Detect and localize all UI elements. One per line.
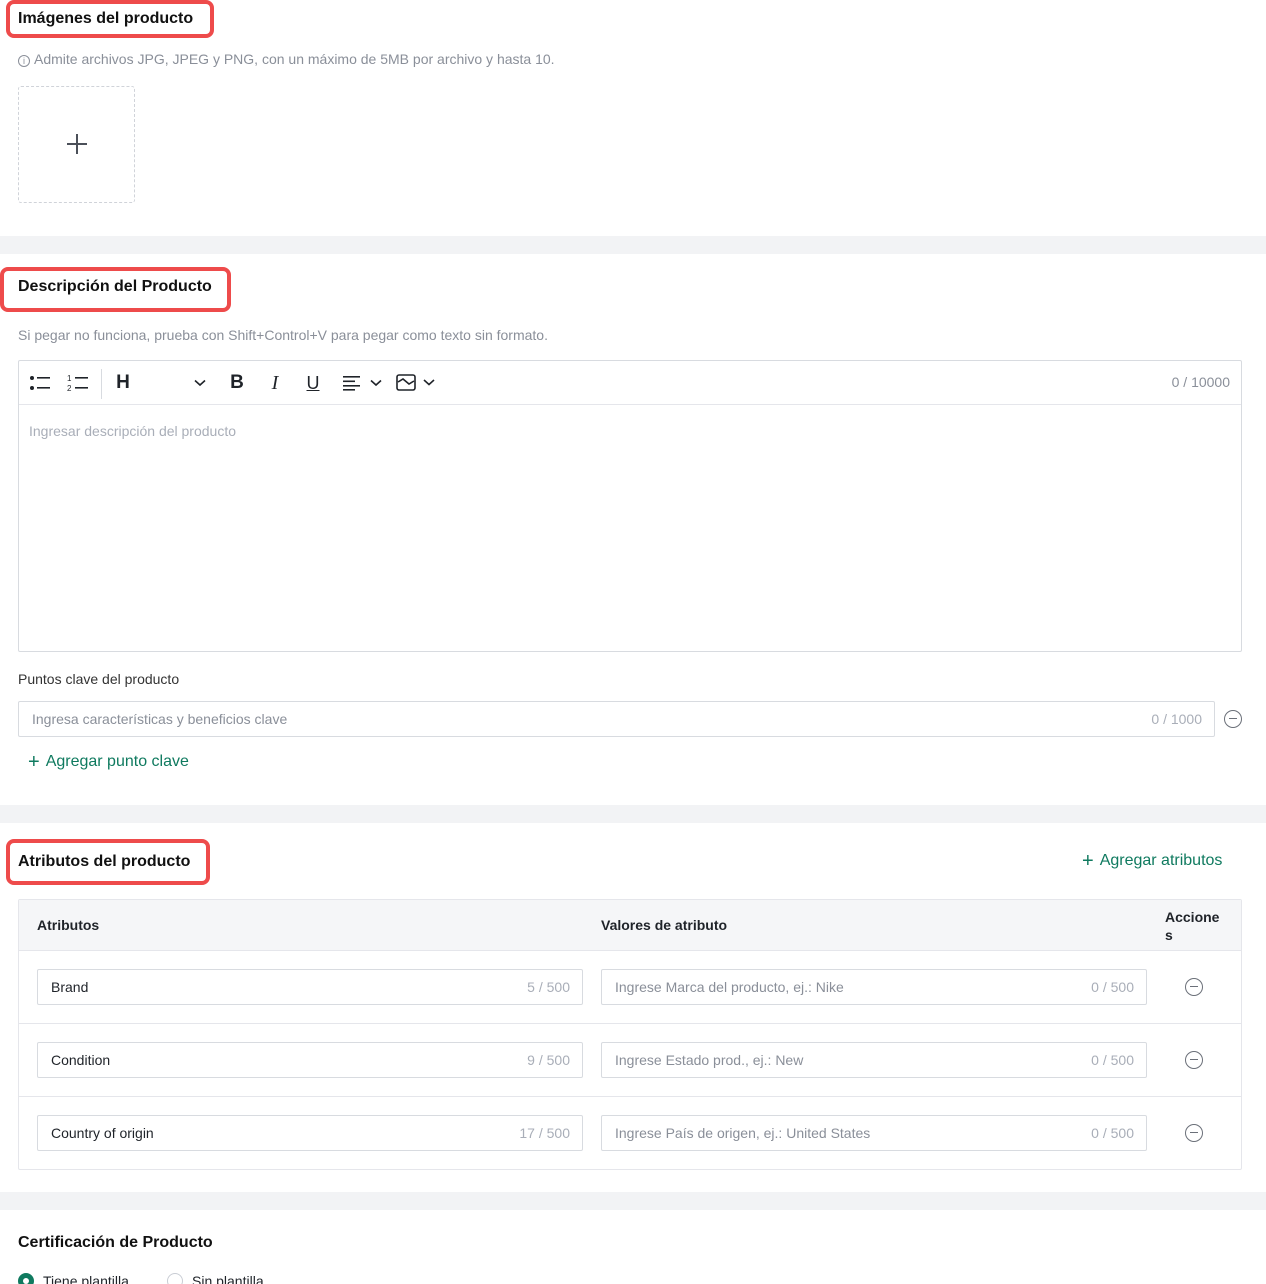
- key-point-placeholder: Ingresa características y beneficios cla…: [32, 711, 288, 727]
- attribute-value-input[interactable]: Ingrese País de origen, ej.: United Stat…: [601, 1115, 1147, 1151]
- radio-has-template-label[interactable]: Tiene plantilla: [43, 1273, 129, 1284]
- images-section-title: Imágenes del producto: [18, 10, 194, 27]
- bullet-list-icon[interactable]: [27, 371, 53, 395]
- images-hint: i Admite archivos JPG, JPEG y PNG, con un…: [18, 51, 555, 67]
- svg-text:2: 2: [67, 384, 72, 392]
- remove-attribute-icon[interactable]: [1185, 1051, 1203, 1069]
- key-point-input[interactable]: Ingresa características y beneficios cla…: [18, 701, 1215, 737]
- table-row: Brand 5 / 500 Ingrese Marca del producto…: [19, 951, 1241, 1024]
- attribute-value-counter: 0 / 500: [1091, 1052, 1134, 1068]
- attributes-table: Atributos Valores de atributo Accione s …: [18, 899, 1242, 1170]
- svg-text:1: 1: [67, 374, 72, 383]
- heading-icon[interactable]: H: [113, 371, 133, 395]
- table-row: Country of origin 17 / 500 Ingrese País …: [19, 1097, 1241, 1170]
- attribute-name-input[interactable]: Country of origin 17 / 500: [37, 1115, 583, 1151]
- certification-section: Certificación de Producto Tiene plantill…: [0, 1210, 1266, 1284]
- attribute-name-value: Brand: [51, 979, 89, 995]
- bold-icon[interactable]: B: [227, 371, 247, 395]
- header-actions: Accione s: [1165, 908, 1219, 944]
- header-actions-line1: Accione: [1165, 909, 1220, 925]
- header-actions-line2: s: [1165, 927, 1173, 943]
- description-placeholder[interactable]: Ingresar descripción del producto: [29, 423, 236, 439]
- image-upload-button[interactable]: [18, 86, 135, 203]
- attribute-value-placeholder: Ingrese País de origen, ej.: United Stat…: [615, 1125, 871, 1141]
- add-attributes-label: Agregar atributos: [1099, 852, 1223, 869]
- section-divider: [0, 805, 1266, 823]
- attribute-value-placeholder: Ingrese Marca del producto, ej.: Nike: [615, 979, 844, 995]
- description-section-title: Descripción del Producto: [18, 278, 212, 295]
- certification-section-title: Certificación de Producto: [18, 1234, 213, 1251]
- attributes-section-title: Atributos del producto: [18, 853, 191, 870]
- attribute-name-counter: 17 / 500: [519, 1125, 570, 1141]
- chevron-down-icon[interactable]: [191, 371, 209, 395]
- radio-has-template[interactable]: [18, 1273, 34, 1284]
- images-hint-text: Admite archivos JPG, JPEG y PNG, con un …: [34, 51, 555, 67]
- attribute-value-counter: 0 / 500: [1091, 1125, 1134, 1141]
- section-divider: [0, 236, 1266, 254]
- radio-no-template-label[interactable]: Sin plantilla: [192, 1273, 264, 1284]
- plus-icon: +: [28, 751, 40, 773]
- header-values: Valores de atributo: [601, 917, 728, 933]
- description-counter: 0 / 10000: [1171, 374, 1230, 390]
- images-section: Imágenes del producto i Admite archivos J…: [0, 0, 1266, 236]
- key-point-counter: 0 / 1000: [1151, 711, 1202, 727]
- italic-icon[interactable]: I: [265, 371, 285, 395]
- remove-key-point-icon[interactable]: [1224, 710, 1242, 728]
- attribute-value-counter: 0 / 500: [1091, 979, 1134, 995]
- attribute-name-input[interactable]: Brand 5 / 500: [37, 969, 583, 1005]
- table-header: Atributos Valores de atributo Accione s: [19, 900, 1241, 951]
- align-icon[interactable]: [341, 371, 383, 395]
- toolbar-divider: [101, 369, 102, 399]
- remove-attribute-icon[interactable]: [1185, 978, 1203, 996]
- attribute-name-counter: 5 / 500: [527, 979, 570, 995]
- plus-icon: +: [1082, 850, 1094, 872]
- radio-no-template[interactable]: [167, 1273, 183, 1284]
- editor-toolbar: 12 H B I U 0 / 10000: [19, 361, 1241, 405]
- plus-icon: [67, 134, 87, 154]
- attribute-name-value: Country of origin: [51, 1125, 154, 1141]
- add-attributes-button[interactable]: + Agregar atributos: [1082, 850, 1223, 872]
- header-attributes: Atributos: [37, 917, 100, 933]
- add-key-point-button[interactable]: + Agregar punto clave: [28, 751, 189, 773]
- key-points-label: Puntos clave del producto: [18, 671, 180, 687]
- table-row: Condition 9 / 500 Ingrese Estado prod., …: [19, 1024, 1241, 1097]
- attribute-value-input[interactable]: Ingrese Marca del producto, ej.: Nike 0 …: [601, 969, 1147, 1005]
- description-hint: Si pegar no funciona, prueba con Shift+C…: [18, 327, 548, 343]
- section-divider: [0, 1192, 1266, 1210]
- info-icon: i: [18, 55, 30, 67]
- remove-attribute-icon[interactable]: [1185, 1124, 1203, 1142]
- description-editor: 12 H B I U 0 / 10000 Ingresar descripció…: [18, 360, 1242, 652]
- numbered-list-icon[interactable]: 12: [65, 371, 91, 395]
- attribute-name-input[interactable]: Condition 9 / 500: [37, 1042, 583, 1078]
- attribute-value-input[interactable]: Ingrese Estado prod., ej.: New 0 / 500: [601, 1042, 1147, 1078]
- underline-icon[interactable]: U: [303, 371, 323, 395]
- attribute-value-placeholder: Ingrese Estado prod., ej.: New: [615, 1052, 804, 1068]
- attribute-name-counter: 9 / 500: [527, 1052, 570, 1068]
- add-key-point-label: Agregar punto clave: [45, 753, 189, 770]
- image-icon[interactable]: [395, 371, 437, 395]
- attribute-name-value: Condition: [51, 1052, 111, 1068]
